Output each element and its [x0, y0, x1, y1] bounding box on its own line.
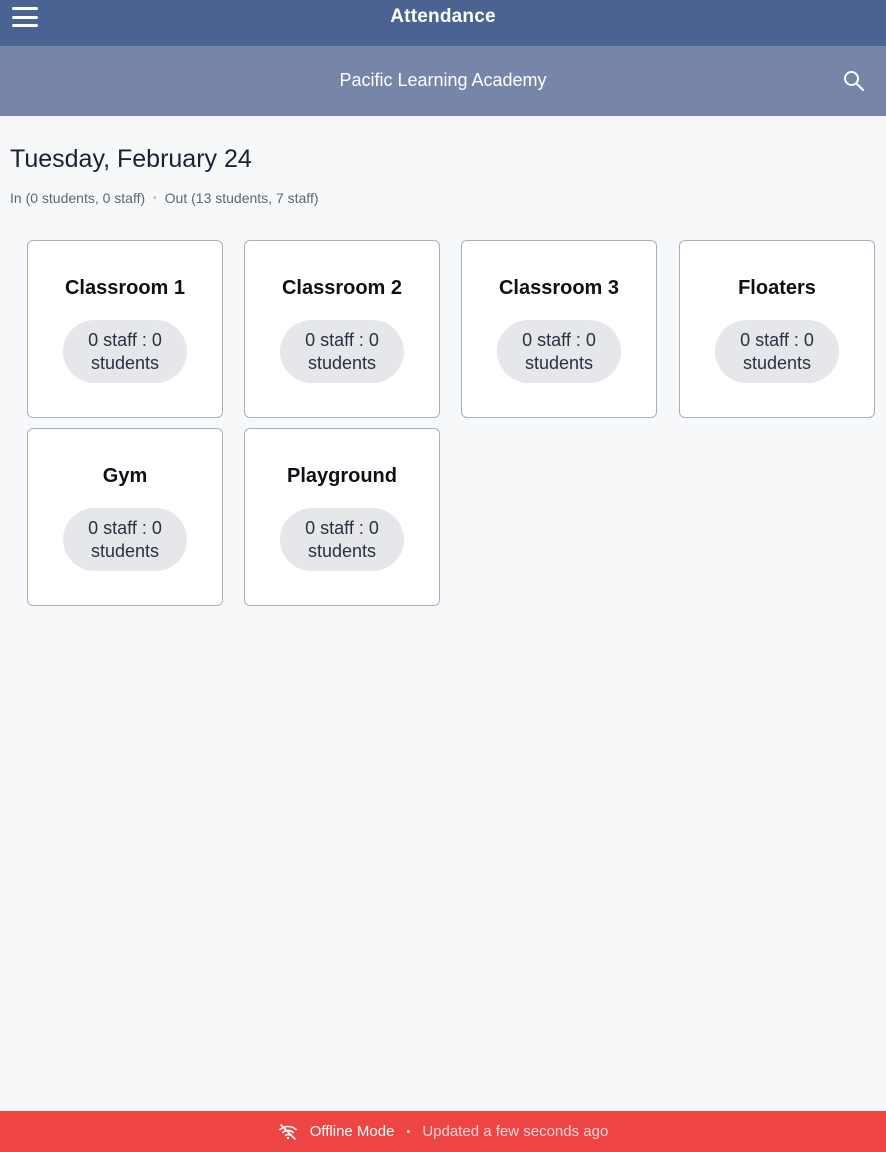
- room-count-line1: 0 staff : 0: [305, 329, 379, 350]
- room-name: Playground: [286, 465, 397, 487]
- summary-separator: •: [153, 193, 157, 204]
- room-count-line1: 0 staff : 0: [305, 517, 379, 538]
- room-count-badge: 0 staff : 0 students: [497, 320, 621, 383]
- room-count-badge: 0 staff : 0 students: [280, 508, 404, 571]
- school-header: Pacific Learning Academy: [0, 46, 886, 116]
- room-name: Floaters: [738, 277, 816, 299]
- room-count-line2: students: [742, 352, 812, 373]
- date-heading: Tuesday, February 24: [10, 145, 252, 173]
- school-name: Pacific Learning Academy: [339, 70, 547, 90]
- room-count-badge: 0 staff : 0 students: [63, 508, 187, 571]
- search-icon[interactable]: [842, 69, 866, 93]
- out-summary: Out (13 students, 7 staff): [164, 190, 319, 206]
- room-count-line2: students: [307, 352, 377, 373]
- room-card-floaters[interactable]: Floaters 0 staff : 0 students: [679, 240, 875, 418]
- room-card-classroom-1[interactable]: Classroom 1 0 staff : 0 students: [27, 240, 223, 418]
- offline-status-bar: Offline Mode • Updated a few seconds ago: [0, 1111, 886, 1152]
- attendance-summary: In (0 students, 0 staff) • Out (13 student…: [10, 190, 319, 206]
- room-name: Classroom 2: [281, 277, 403, 299]
- room-count-line1: 0 staff : 0: [522, 329, 596, 350]
- room-card-playground[interactable]: Playground 0 staff : 0 students: [244, 428, 440, 606]
- room-count-badge: 0 staff : 0 students: [63, 320, 187, 383]
- offline-mode-label: Offline Mode: [309, 1123, 395, 1140]
- status-separator: •: [406, 1125, 411, 1138]
- room-count-badge: 0 staff : 0 students: [280, 320, 404, 383]
- room-count-line1: 0 staff : 0: [88, 329, 162, 350]
- room-card-classroom-3[interactable]: Classroom 3 0 staff : 0 students: [461, 240, 657, 418]
- room-name: Gym: [102, 465, 148, 487]
- wifi-off-icon: [278, 1123, 297, 1140]
- room-count-line2: students: [90, 352, 160, 373]
- room-card-classroom-2[interactable]: Classroom 2 0 staff : 0 students: [244, 240, 440, 418]
- app-title: Attendance: [390, 6, 496, 27]
- room-card-gym[interactable]: Gym 0 staff : 0 students: [27, 428, 223, 606]
- room-count-line2: students: [90, 540, 160, 561]
- room-count-line1: 0 staff : 0: [740, 329, 814, 350]
- room-name: Classroom 1: [64, 277, 186, 299]
- room-count-badge: 0 staff : 0 students: [715, 320, 839, 383]
- last-updated-text: Updated a few seconds ago: [422, 1123, 609, 1140]
- top-app-bar: Attendance: [0, 0, 886, 46]
- in-summary: In (0 students, 0 staff): [10, 190, 146, 206]
- room-name: Classroom 3: [498, 277, 620, 299]
- room-count-line2: students: [524, 352, 594, 373]
- room-count-line2: students: [307, 540, 377, 561]
- room-count-line1: 0 staff : 0: [88, 517, 162, 538]
